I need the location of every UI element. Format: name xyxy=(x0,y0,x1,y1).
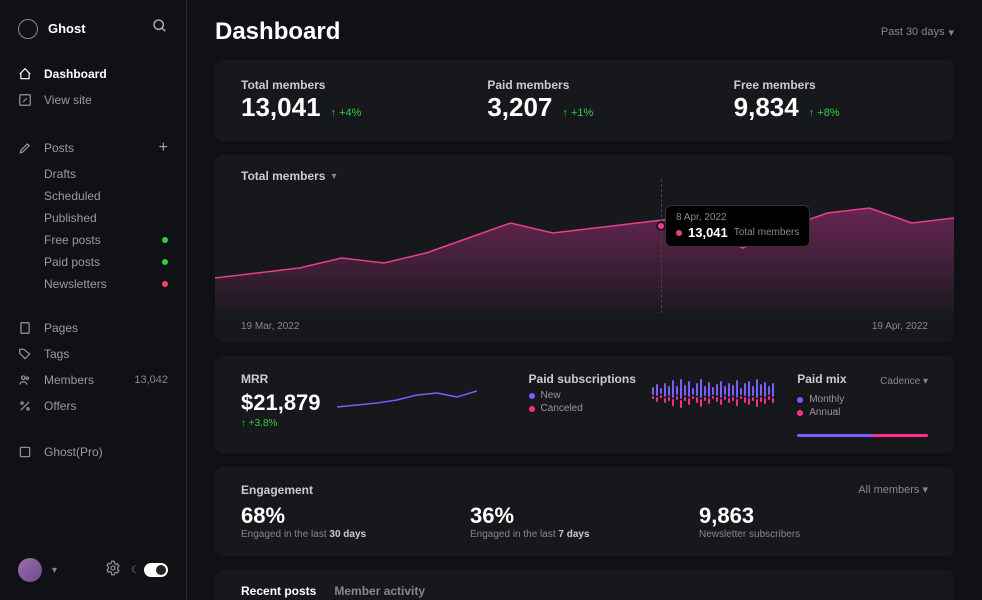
tab-member-activity[interactable]: Member activity xyxy=(334,584,425,598)
nav-dashboard[interactable]: Dashboard xyxy=(0,61,186,87)
nav-ghost-pro-group: Ghost(Pro) xyxy=(0,429,186,475)
tag-icon xyxy=(18,347,32,361)
nav-posts[interactable]: Posts + xyxy=(0,133,186,163)
newsletter-subs: 9,863 Newsletter subscribers xyxy=(699,503,928,540)
main-content: Dashboard Past 30 days ▾ Total members 1… xyxy=(187,0,982,600)
settings-icon[interactable] xyxy=(105,560,121,581)
mrr-sparkline xyxy=(337,385,477,415)
page-icon xyxy=(18,321,32,335)
metric-free: Free members 9,834↑ +8% xyxy=(708,78,954,123)
chart-end-date: 19 Apr, 2022 xyxy=(872,321,928,332)
home-icon xyxy=(18,67,32,81)
delta-up: ↑ +1% xyxy=(562,107,593,119)
mini-metrics-card: MRR $21,879 ↑ +3.8% Paid subscriptions N… xyxy=(215,356,954,453)
search-icon[interactable] xyxy=(152,18,168,39)
brand-name: Ghost xyxy=(48,21,86,36)
nav-primary: Dashboard View site xyxy=(0,51,186,123)
nav-view-site[interactable]: View site xyxy=(0,87,186,113)
nav-ghost-pro[interactable]: Ghost(Pro) xyxy=(0,439,186,465)
members-chart-card: Total members ▾ 8 Apr, 2022 13,041Total … xyxy=(215,155,954,342)
dot-icon xyxy=(529,406,535,412)
chart-crosshair xyxy=(661,179,662,313)
nav-offers[interactable]: Offers xyxy=(0,393,186,419)
members-icon xyxy=(18,373,32,387)
dot-icon xyxy=(529,393,535,399)
chevron-down-icon[interactable]: ▾ xyxy=(52,565,57,576)
nav-scheduled[interactable]: Scheduled xyxy=(0,185,186,207)
all-members-selector[interactable]: All members ▾ xyxy=(858,483,928,503)
nav-pages[interactable]: Pages xyxy=(0,315,186,341)
nav-tags[interactable]: Tags xyxy=(0,341,186,367)
subscriptions-bars xyxy=(652,378,774,408)
external-icon xyxy=(18,93,32,107)
delta-up: ↑ +4% xyxy=(331,107,362,119)
delta-up: ↑ +8% xyxy=(809,107,840,119)
engagement-30d: 68% Engaged in the last 30 days xyxy=(241,503,470,540)
page-title: Dashboard xyxy=(215,18,340,46)
nav-dashboard-label: Dashboard xyxy=(44,67,107,81)
date-range-selector[interactable]: Past 30 days ▾ xyxy=(881,26,954,39)
moon-icon: ☾ xyxy=(131,565,140,576)
nav-posts-label: Posts xyxy=(44,141,74,155)
metric-total: Total members 13,041↑ +4% xyxy=(215,78,461,123)
nav-view-site-label: View site xyxy=(44,93,92,107)
nav-posts-group: Posts + Drafts Scheduled Published Free … xyxy=(0,123,186,305)
chart-start-date: 19 Mar, 2022 xyxy=(241,321,299,332)
nav-newsletters[interactable]: Newsletters xyxy=(0,273,186,295)
nav-free-posts[interactable]: Free posts xyxy=(0,229,186,251)
add-post-icon[interactable]: + xyxy=(159,139,168,157)
chart-tooltip: 8 Apr, 2022 13,041Total members xyxy=(665,205,810,247)
dot-icon xyxy=(797,397,803,403)
pencil-icon xyxy=(18,141,32,155)
tab-recent-posts[interactable]: Recent posts xyxy=(241,584,316,598)
theme-toggle[interactable]: ☾ xyxy=(131,563,168,577)
dot-icon xyxy=(676,230,682,236)
toggle-switch xyxy=(144,563,168,577)
brand-icon xyxy=(18,19,38,39)
subscriptions-block: Paid subscriptions New Canceled xyxy=(503,356,772,453)
user-avatar[interactable] xyxy=(18,558,42,582)
sidebar-footer: ▾ ☾ xyxy=(0,558,186,582)
recent-posts-card: Recent posts Member activity TITLE SENDS… xyxy=(215,570,954,600)
brand-row: Ghost xyxy=(0,18,186,51)
engagement-7d: 36% Engaged in the last 7 days xyxy=(470,503,699,540)
dot-icon xyxy=(797,410,803,416)
members-count: 13,042 xyxy=(134,374,168,386)
metric-paid: Paid members 3,207↑ +1% xyxy=(461,78,707,123)
sidebar: Ghost Dashboard View site Posts + Drafts… xyxy=(0,0,187,600)
nav-published[interactable]: Published xyxy=(0,207,186,229)
nav-members[interactable]: Members 13,042 xyxy=(0,367,186,393)
dot-icon xyxy=(162,259,168,265)
mrr-block: MRR $21,879 ↑ +3.8% xyxy=(215,356,503,453)
page-header: Dashboard Past 30 days ▾ xyxy=(215,18,954,46)
percent-icon xyxy=(18,399,32,413)
nav-paid-posts[interactable]: Paid posts xyxy=(0,251,186,273)
chevron-down-icon: ▾ xyxy=(948,26,954,39)
nav-secondary: Pages Tags Members 13,042 Offers xyxy=(0,305,186,429)
nav-drafts[interactable]: Drafts xyxy=(0,163,186,185)
chevron-down-icon[interactable]: ▾ xyxy=(331,171,336,182)
cadence-selector[interactable]: Cadence ▾ xyxy=(880,376,928,387)
mrr-delta: ↑ +3.8% xyxy=(241,418,321,429)
paid-mix-bar xyxy=(797,434,928,437)
metrics-card: Total members 13,041↑ +4% Paid members 3… xyxy=(215,60,954,141)
members-chart[interactable]: 8 Apr, 2022 13,041Total members xyxy=(215,183,954,313)
dot-icon xyxy=(162,237,168,243)
engagement-card: Engagement All members ▾ 68% Engaged in … xyxy=(215,467,954,556)
posts-tabs: Recent posts Member activity xyxy=(241,584,928,598)
cube-icon xyxy=(18,445,32,459)
chart-title: Total members xyxy=(241,169,325,183)
paid-mix-block: Paid mix Cadence ▾ Monthly Annual xyxy=(771,356,954,453)
brand[interactable]: Ghost xyxy=(18,19,86,39)
dot-icon xyxy=(162,281,168,287)
